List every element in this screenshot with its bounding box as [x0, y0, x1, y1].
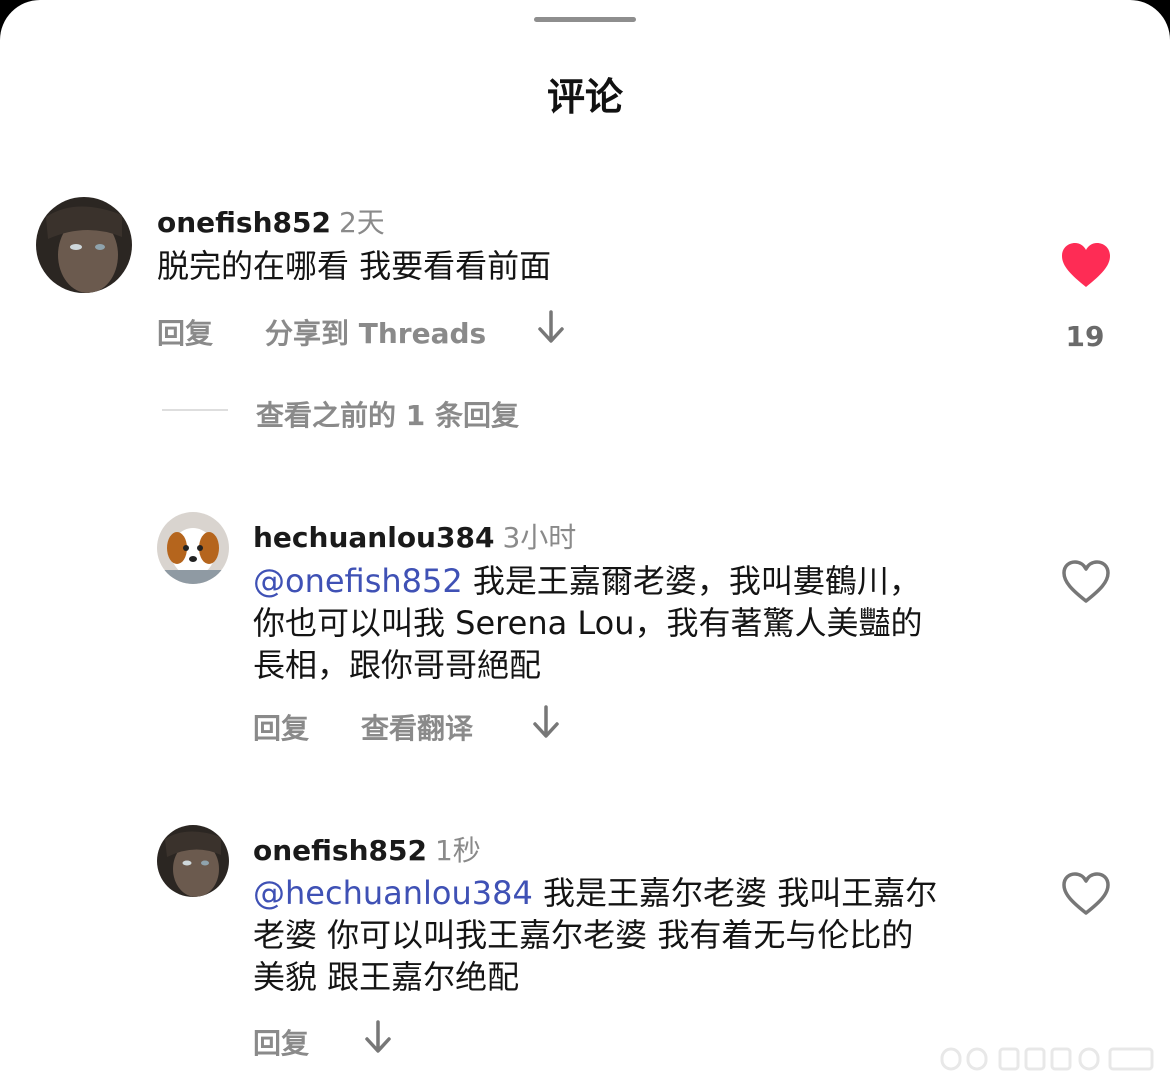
- comment-text: @onefish852 我是王嘉爾老婆，我叫婁鶴川， 你也可以叫我 Serena…: [253, 562, 923, 684]
- comment-username[interactable]: hechuanlou384 3小时: [253, 516, 576, 556]
- page-title: 评论: [546, 75, 623, 119]
- reply-button[interactable]: 回复: [253, 707, 309, 747]
- divider: [162, 409, 228, 411]
- arrow-down-icon[interactable]: [363, 1019, 393, 1055]
- reply-button[interactable]: 回复: [253, 1022, 309, 1062]
- comment-time: 2天: [338, 206, 385, 239]
- avatar[interactable]: [157, 825, 229, 897]
- comment-username[interactable]: onefish852 2天: [157, 201, 385, 241]
- comment-text: @hechuanlou384 我是王嘉尔老婆 我叫王嘉尔 老婆 你可以叫我王嘉尔…: [253, 874, 938, 996]
- avatar[interactable]: [157, 512, 229, 584]
- like-count: 19: [1065, 320, 1105, 353]
- arrow-down-icon[interactable]: [536, 309, 566, 345]
- share-threads-button[interactable]: 分享到 Threads: [265, 312, 486, 352]
- avatar[interactable]: [36, 197, 132, 293]
- heart-filled-icon[interactable]: [1061, 243, 1111, 289]
- comment-username[interactable]: onefish852 1秒: [253, 829, 481, 869]
- heart-outline-icon[interactable]: [1061, 559, 1111, 605]
- view-translation-button[interactable]: 查看翻译: [361, 707, 473, 747]
- watermark-logo: [940, 1047, 1154, 1071]
- reply-button[interactable]: 回复: [157, 312, 213, 352]
- mention-link[interactable]: @onefish852: [253, 562, 463, 600]
- drag-handle[interactable]: [534, 17, 636, 22]
- mention-link[interactable]: @hechuanlou384: [253, 874, 533, 912]
- comment-text: 脱完的在哪看 我要看看前面: [157, 247, 552, 285]
- heart-outline-icon[interactable]: [1061, 871, 1111, 917]
- comment-time: 3小时: [502, 521, 577, 554]
- comment-time: 1秒: [434, 834, 481, 867]
- arrow-down-icon[interactable]: [531, 704, 561, 740]
- view-previous-replies-button[interactable]: 查看之前的 1 条回复: [256, 394, 519, 434]
- comments-sheet: 评论 onefish852 2天 脱完的在哪看 我要看看前面 回复 分享到 Thr…: [0, 0, 1170, 1089]
